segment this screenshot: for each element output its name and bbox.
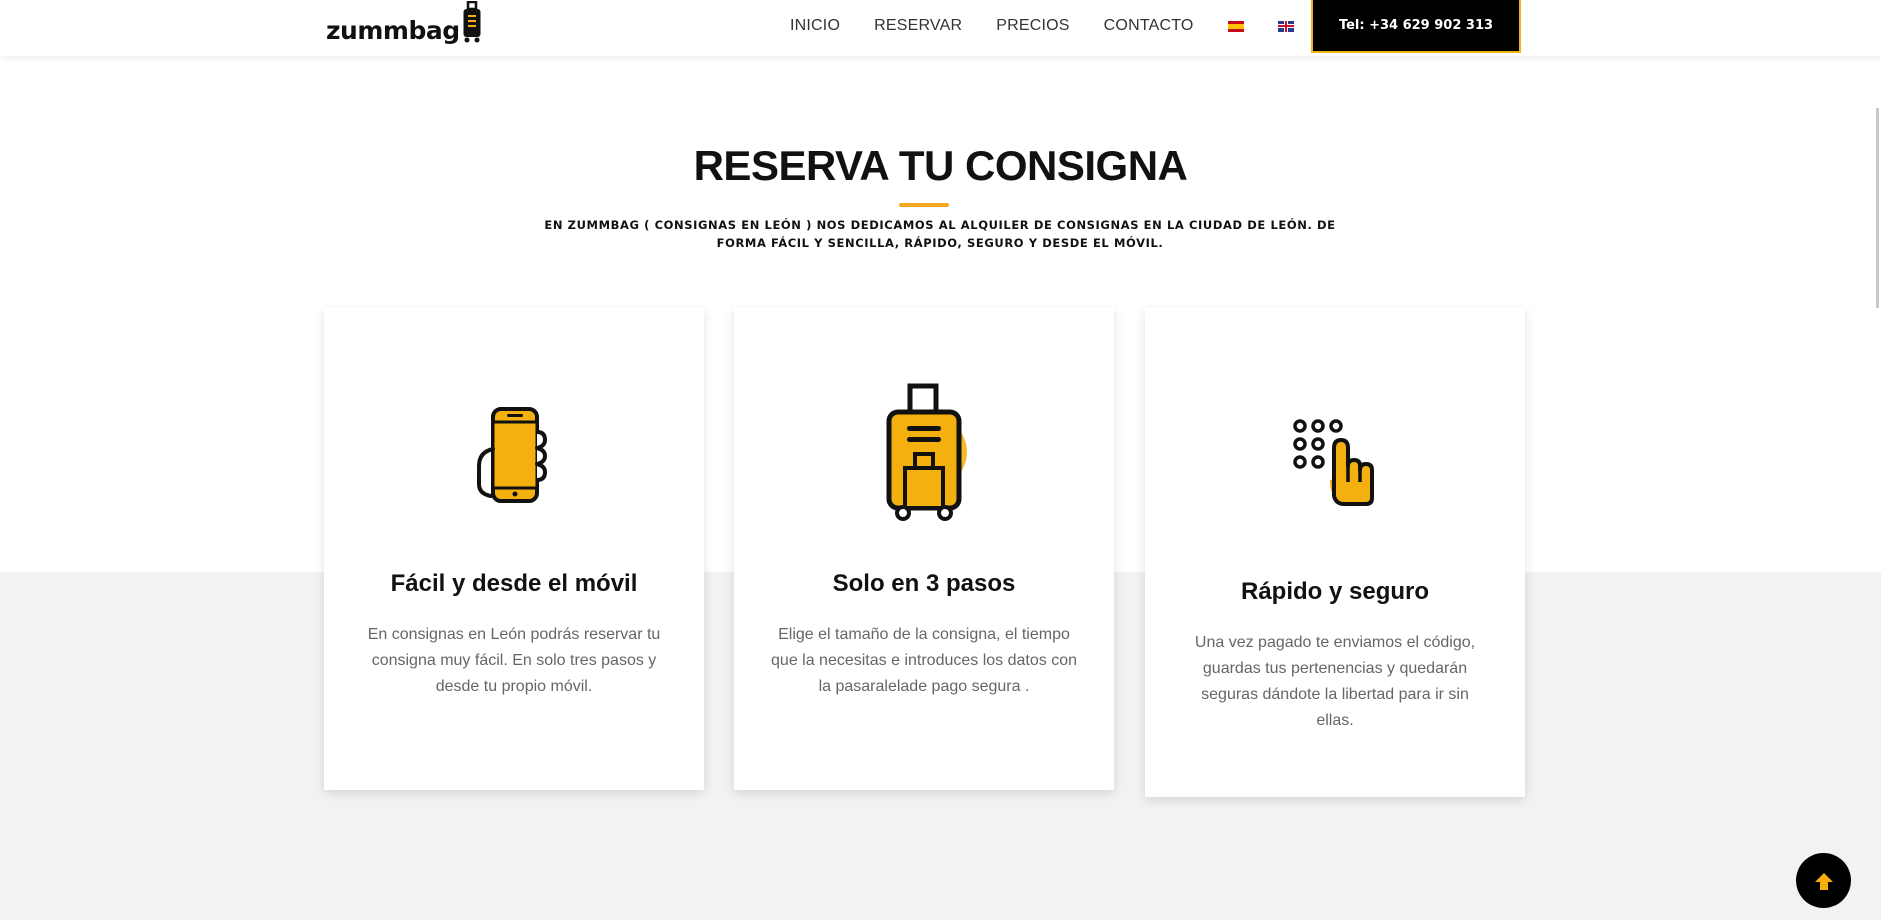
spanish-flag-icon[interactable] (1227, 20, 1244, 32)
nav-reservar[interactable]: RESERVAR (874, 17, 962, 35)
tel-button[interactable]: Tel: +34 629 902 313 (1311, 0, 1521, 53)
logo-text: zummbag (326, 16, 460, 45)
suitcase-icon (881, 382, 967, 527)
main-nav: INICIO RESERVAR PRECIOS CONTACTO (790, 0, 1328, 52)
feature-card-secure: Rápido y seguro Una vez pagado te enviam… (1145, 308, 1525, 797)
card-text: Elige el tamaño de la consigna, el tiemp… (771, 626, 1077, 695)
card-title: Solo en 3 pasos (832, 570, 1016, 597)
section-subtitle: EN ZUMMBAG ( CONSIGNAS EN LEÓN ) NOS DED… (544, 218, 1336, 250)
card-title: Rápido y seguro (1240, 578, 1430, 605)
suitcase-logo-icon (462, 0, 482, 48)
section-title: RESERVA TU CONSIGNA (693, 142, 1188, 189)
arrow-up-icon (1814, 872, 1833, 890)
scrollbar[interactable] (1876, 108, 1879, 308)
english-flag-icon[interactable] (1277, 20, 1294, 32)
card-title: Fácil y desde el móvil (390, 570, 638, 597)
nav-precios[interactable]: PRECIOS (996, 17, 1069, 35)
nav-inicio[interactable]: INICIO (790, 17, 840, 35)
nav-contacto[interactable]: CONTACTO (1104, 17, 1194, 35)
feature-card-steps: Solo en 3 pasos Elige el tamaño de la co… (734, 308, 1114, 790)
keypad-finger-icon (1292, 418, 1378, 513)
feature-card-mobile: Fácil y desde el móvil En consignas en L… (324, 308, 704, 790)
scroll-to-top-button[interactable] (1796, 853, 1851, 908)
logo[interactable]: zummbag (326, 0, 482, 52)
card-text: En consignas en León podrás reservar tu … (367, 626, 661, 695)
title-underline (899, 203, 949, 207)
card-text: Una vez pagado te enviamos el código, gu… (1194, 634, 1476, 729)
site-header: zummbag INICIO RESERVAR PRECIOS CONTACTO… (0, 0, 1881, 56)
phone-in-hand-icon (473, 404, 555, 511)
